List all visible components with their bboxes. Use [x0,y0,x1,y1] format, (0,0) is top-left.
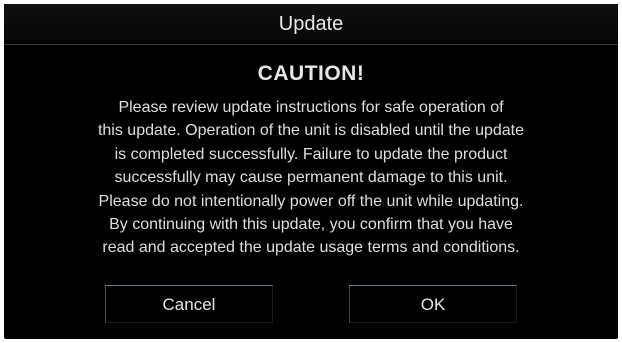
message-line: is completed successfully. Failure to up… [114,145,508,163]
dialog-title: Update [4,4,618,45]
cancel-button[interactable]: Cancel [105,285,273,323]
message-line: this update. Operation of the unit is di… [97,122,525,140]
ok-button[interactable]: OK [349,285,517,323]
update-dialog: Update CAUTION! Please review update ins… [4,4,618,339]
message-line: By continuing with this update, you conf… [109,216,513,234]
message-line: read and accepted the update usage terms… [102,239,520,257]
message-line: Please review update instructions for sa… [118,99,504,116]
caution-message: Please review update instructions for sa… [44,96,578,260]
message-line: Please do not intentionally power off th… [98,192,524,210]
caution-heading: CAUTION! [257,62,365,85]
message-line: successfully may cause permanent damage … [114,169,508,187]
